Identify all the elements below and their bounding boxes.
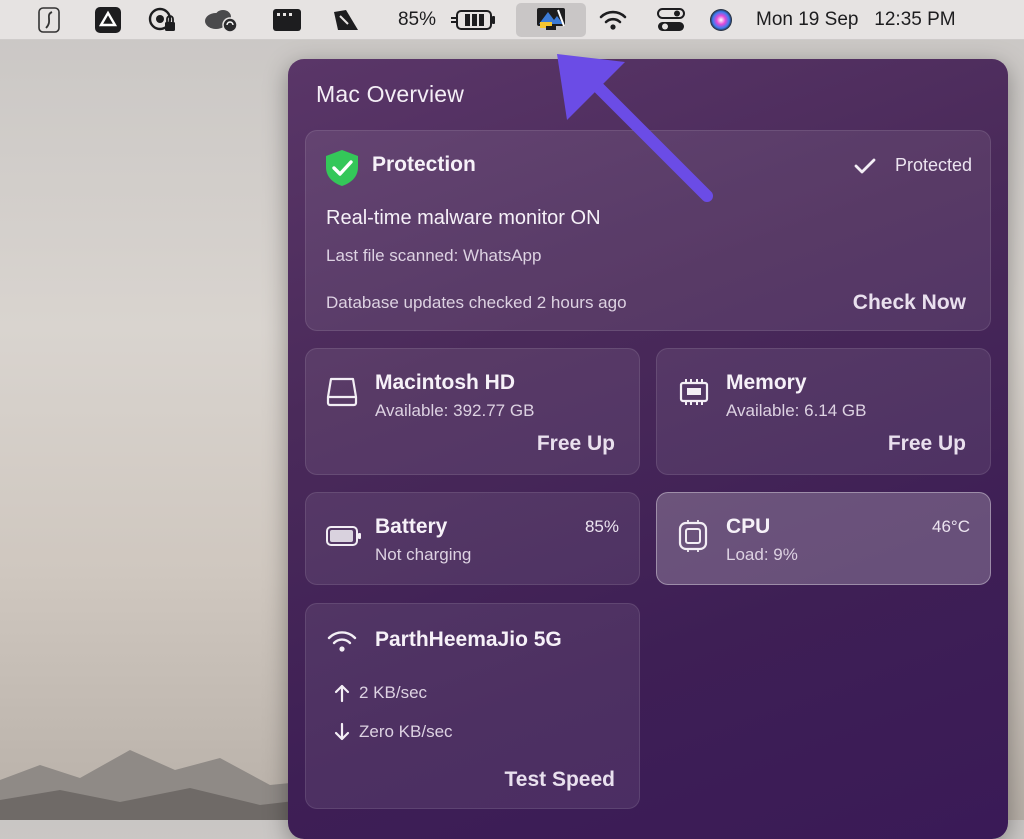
menu-bar: 85% Mon 19 Sep 12:35 PM <box>0 0 1024 40</box>
memory-title: Memory <box>726 371 807 394</box>
control-center-icon[interactable] <box>654 0 688 40</box>
vpn-lock-icon[interactable] <box>146 0 178 40</box>
battery-icon[interactable] <box>450 0 498 40</box>
cpu-temperature: 46°C <box>932 517 970 536</box>
memory-available: Available: 6.14 GB <box>726 401 867 420</box>
protection-status: Protected <box>894 155 972 175</box>
display-menu-icon[interactable] <box>272 0 302 40</box>
cloud-sync-icon[interactable] <box>202 0 240 40</box>
arrow-up-icon <box>334 684 350 703</box>
battery-title: Battery <box>375 515 448 538</box>
battery-card[interactable]: Battery 85% Not charging <box>305 492 640 585</box>
database-status-text: Database updates checked 2 hours ago <box>326 293 627 312</box>
google-drive-icon[interactable] <box>93 0 123 40</box>
surfshark-icon[interactable] <box>34 0 64 40</box>
memory-free-up-button[interactable]: Free Up <box>888 432 966 456</box>
cpu-title: CPU <box>726 515 771 538</box>
network-card[interactable]: ParthHeemaJio 5G 2 KB/sec Zero KB/sec Te… <box>305 603 640 809</box>
download-speed: Zero KB/sec <box>359 722 453 741</box>
cpu-card[interactable]: CPU 46°C Load: 9% <box>656 492 991 585</box>
disk-title: Macintosh HD <box>375 371 516 394</box>
disk-available: Available: 392.77 GB <box>375 401 535 420</box>
cpu-load: Load: 9% <box>726 545 798 564</box>
protection-headline: Real-time malware monitor ON <box>326 207 601 229</box>
panel-title: Mac Overview <box>316 81 465 107</box>
battery-percent: 85% <box>584 517 619 536</box>
disk-card[interactable]: Macintosh HD Available: 392.77 GB Free U… <box>305 348 640 475</box>
network-name: ParthHeemaJio 5G <box>375 628 562 651</box>
shield-check-icon <box>326 150 358 186</box>
battery-percent-label: 85% <box>397 9 437 30</box>
test-speed-button[interactable]: Test Speed <box>505 768 615 792</box>
menu-bar-clock[interactable]: Mon 19 Sep 12:35 PM <box>756 0 998 40</box>
protection-title: Protection <box>372 153 476 176</box>
cpu-icon <box>678 520 708 552</box>
siri-icon[interactable] <box>706 0 736 40</box>
upload-speed: 2 KB/sec <box>359 683 428 702</box>
check-now-button[interactable]: Check Now <box>853 291 966 315</box>
wifi-network-icon <box>327 631 357 652</box>
battery-status: Not charging <box>375 545 472 564</box>
desktop-wallpaper-hills <box>0 750 320 820</box>
disk-free-up-button[interactable]: Free Up <box>537 432 615 456</box>
hard-drive-icon <box>326 377 358 407</box>
memory-chip-icon <box>679 379 709 405</box>
battery-status-icon <box>326 526 361 546</box>
last-scanned-text: Last file scanned: WhatsApp <box>326 246 542 265</box>
checkmark-icon <box>854 158 876 174</box>
mac-overview-menu-icon[interactable] <box>516 3 586 37</box>
screenshot-tool-icon[interactable] <box>330 0 362 40</box>
annotation-arrow-icon <box>557 54 713 202</box>
memory-card[interactable]: Memory Available: 6.14 GB Free Up <box>656 348 991 475</box>
arrow-down-icon <box>334 722 350 741</box>
wifi-icon[interactable] <box>596 0 630 40</box>
